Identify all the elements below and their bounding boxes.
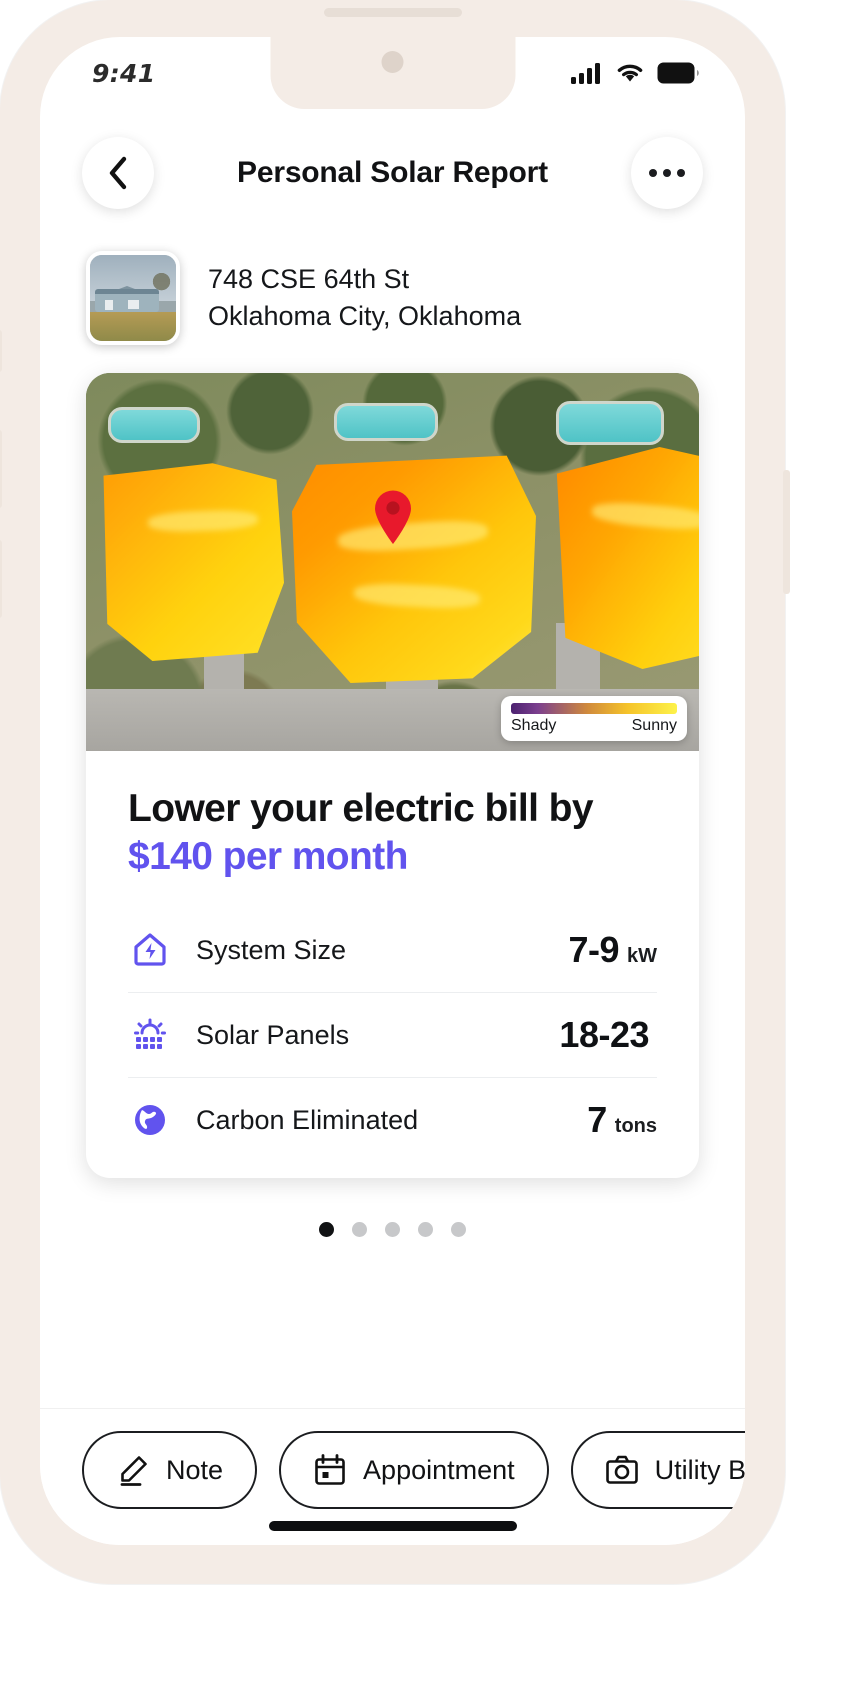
silent-switch[interactable] [0, 330, 2, 372]
card-body: Lower your electric bill by $140 per mon… [86, 751, 699, 1178]
status-time: 9:41 [92, 58, 156, 88]
notch [270, 37, 515, 109]
solar-panel-icon [128, 1013, 172, 1057]
note-button-label: Note [166, 1454, 224, 1485]
back-button[interactable] [82, 137, 154, 209]
calendar-icon [315, 1454, 345, 1485]
battery-full-icon [657, 62, 699, 84]
headline-text: Lower your electric bill by [128, 787, 594, 830]
stat-value: 18-23 [559, 1014, 649, 1056]
stat-value: 7-9 [568, 929, 619, 971]
map-pin-icon[interactable] [372, 489, 414, 545]
note-button[interactable]: Note [82, 1431, 258, 1509]
utility-bill-button[interactable]: Utility Bill [570, 1431, 745, 1509]
utility-bill-button-label: Utility Bill [654, 1454, 745, 1485]
appointment-button-label: Appointment [363, 1454, 515, 1485]
more-horizontal-icon [648, 169, 685, 177]
more-options-button[interactable] [630, 137, 703, 209]
status-icons [571, 62, 699, 84]
carousel-pagination[interactable] [40, 1222, 745, 1238]
volume-up-button[interactable] [0, 430, 2, 508]
pagination-dot-4[interactable] [418, 1222, 433, 1238]
pool [556, 401, 664, 445]
stat-value: 7 [587, 1099, 607, 1141]
pagination-dot-1[interactable] [319, 1222, 334, 1238]
stat-label: Carbon Eliminated [196, 1104, 419, 1135]
solar-report-card: Shady Sunny Lower your electric bill by … [86, 373, 699, 1179]
stat-row-carbon-eliminated[interactable]: Carbon Eliminated 7 tons [128, 1078, 657, 1162]
stat-label: Solar Panels [196, 1019, 350, 1050]
signal-bars-icon [571, 63, 600, 84]
savings-amount: $140 per month [128, 834, 408, 878]
legend-gradient-bar [511, 703, 677, 714]
pagination-dot-3[interactable] [385, 1222, 400, 1238]
stat-label: System Size [196, 934, 347, 965]
navigation-bar: Personal Solar Report [40, 109, 745, 227]
roof-solar-overlay [103, 463, 284, 661]
legend-high-label: Sunny [631, 717, 677, 734]
stats-list: System Size 7-9 kW Solar Panels 18-23 Ca… [128, 908, 657, 1162]
front-camera-icon [381, 51, 404, 73]
pencil-icon [120, 1456, 147, 1486]
stat-unit: kW [627, 945, 657, 968]
phone-mockup: 9:41 Personal Solar Report 748 CSE 64th … [0, 0, 842, 1704]
phone-body: 9:41 Personal Solar Report 748 CSE 64th … [0, 0, 790, 1584]
address-text: 748 CSE 64th St Oklahoma City, Oklahoma [208, 261, 521, 336]
house-photo-thumbnail[interactable] [86, 251, 180, 345]
phone-screen: 9:41 Personal Solar Report 748 CSE 64th … [40, 37, 745, 1545]
earpiece-speaker [323, 8, 462, 17]
pool [334, 403, 438, 441]
roof-solar-overlay [556, 447, 699, 669]
solar-legend: Shady Sunny [501, 696, 687, 741]
stat-row-system-size[interactable]: System Size 7-9 kW [128, 908, 657, 994]
home-indicator[interactable] [268, 1521, 517, 1531]
pagination-dot-2[interactable] [352, 1222, 367, 1238]
satellite-solar-map[interactable]: Shady Sunny [86, 373, 699, 751]
pool [108, 407, 200, 443]
camera-icon [605, 1455, 638, 1484]
house-bolt-icon [128, 928, 172, 972]
appointment-button[interactable]: Appointment [279, 1431, 549, 1509]
savings-headline: Lower your electric bill by $140 per mon… [128, 785, 657, 880]
roof-solar-overlay-primary [292, 455, 536, 683]
pagination-dot-5[interactable] [451, 1222, 466, 1238]
legend-low-label: Shady [511, 717, 557, 734]
property-address-row[interactable]: 748 CSE 64th St Oklahoma City, Oklahoma [40, 227, 745, 357]
wifi-icon [617, 64, 643, 82]
globe-icon [128, 1098, 172, 1142]
volume-down-button[interactable] [0, 540, 2, 618]
address-line-2: Oklahoma City, Oklahoma [208, 301, 522, 331]
chevron-left-icon [109, 156, 127, 190]
address-line-1: 748 CSE 64th St [208, 263, 410, 294]
page-title: Personal Solar Report [237, 156, 548, 189]
power-button[interactable] [783, 470, 790, 594]
stat-unit: tons [614, 1115, 657, 1138]
stat-row-solar-panels[interactable]: Solar Panels 18-23 [128, 993, 657, 1079]
